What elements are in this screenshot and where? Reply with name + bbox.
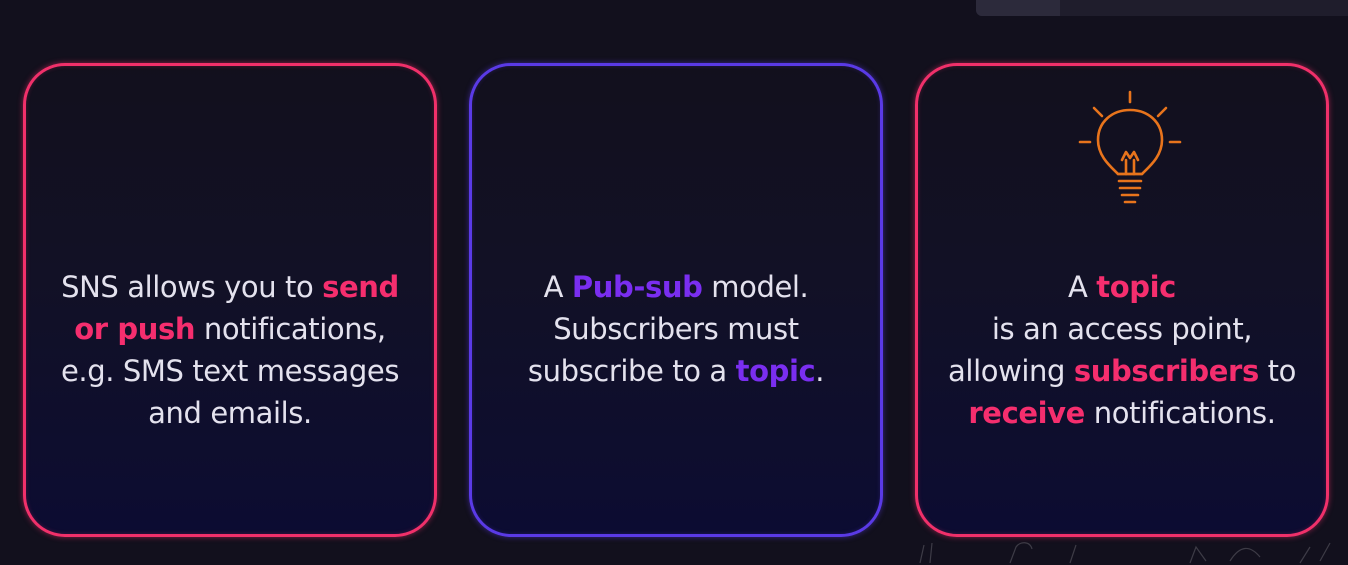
text-highlight: send xyxy=(322,270,399,304)
text-plain: . xyxy=(815,354,825,388)
text-line: SNS allows you to send xyxy=(26,266,434,308)
text-line: and emails. xyxy=(148,396,312,430)
card-text: A Pub-sub model. Subscribers must subscr… xyxy=(472,266,880,392)
text-highlight: Pub-sub xyxy=(571,270,703,304)
lightbulb-icon xyxy=(1078,90,1182,204)
text-plain: allowing xyxy=(948,354,1074,388)
text-highlight: or push xyxy=(74,312,196,346)
text-highlight: receive xyxy=(968,396,1085,430)
text-line: subscribe to a topic. xyxy=(472,350,880,392)
text-plain: SNS allows you to xyxy=(61,270,323,304)
watermark-scribble xyxy=(919,542,1331,564)
text-plain: model. xyxy=(702,270,809,304)
text-line: Subscribers must xyxy=(553,312,799,346)
text-plain: subscribe to a xyxy=(527,354,736,388)
text-plain: to xyxy=(1258,354,1297,388)
text-line: e.g. SMS text messages xyxy=(60,354,400,388)
text-plain: notifications. xyxy=(1084,396,1276,430)
text-line: receive notifications. xyxy=(918,392,1326,434)
text-line: is an access point, xyxy=(991,312,1253,346)
text-highlight: topic xyxy=(1096,270,1176,304)
text-line: or push notifications, xyxy=(26,308,434,350)
text-line: allowing subscribers to xyxy=(918,350,1326,392)
text-plain: A xyxy=(543,270,572,304)
text-highlight: subscribers xyxy=(1073,354,1259,388)
top-bar xyxy=(976,0,1348,16)
text-plain: notifications, xyxy=(195,312,386,346)
card-topic: A topic is an access point, allowing sub… xyxy=(915,63,1329,537)
text-plain: A xyxy=(1068,270,1097,304)
card-sns-overview: SNS allows you to send or push notificat… xyxy=(23,63,437,537)
text-line: A topic xyxy=(918,266,1326,308)
card-pub-sub: A Pub-sub model. Subscribers must subscr… xyxy=(469,63,883,537)
card-text: A topic is an access point, allowing sub… xyxy=(918,266,1326,434)
top-bar-segment xyxy=(976,0,1060,16)
text-highlight: topic xyxy=(735,354,816,388)
card-text: SNS allows you to send or push notificat… xyxy=(26,266,434,434)
text-line: A Pub-sub model. xyxy=(472,266,880,308)
